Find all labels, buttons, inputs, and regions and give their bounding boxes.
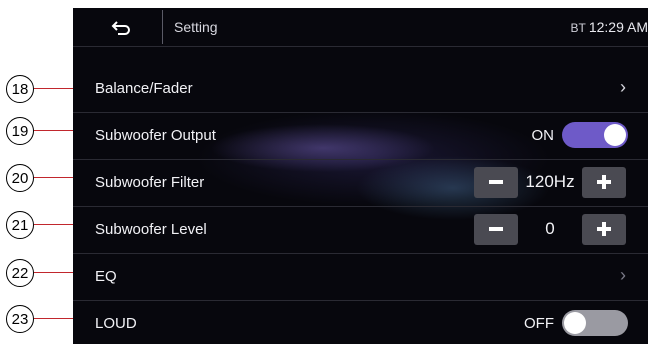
clock: 12:29 AM: [588, 19, 648, 35]
back-arrow-icon: [111, 21, 130, 35]
row-label: LOUD: [95, 315, 137, 332]
row-label: Subwoofer Level: [95, 221, 207, 238]
callout-23: 23: [6, 305, 34, 333]
bluetooth-indicator: BT: [570, 21, 586, 35]
callout-20: 20: [6, 164, 34, 192]
callout-number: 21: [11, 216, 29, 234]
header-bar: Setting BT 12:29 AM: [73, 8, 648, 47]
row-label: Subwoofer Filter: [95, 174, 205, 191]
row-label: Subwoofer Output: [95, 127, 216, 144]
settings-screen: Setting BT 12:29 AM Balance/Fader › Subwo…: [73, 8, 648, 344]
subwoofer-filter-stepper: 120Hz: [474, 166, 626, 198]
loud-toggle-group: OFF: [524, 309, 628, 337]
row-balance-fader[interactable]: Balance/Fader ›: [73, 65, 648, 113]
callout-21: 21: [6, 211, 34, 239]
callout-number: 20: [11, 169, 29, 187]
subwoofer-output-toggle[interactable]: [562, 122, 628, 148]
level-decrease-button[interactable]: [474, 213, 518, 245]
plus-icon: [597, 222, 611, 236]
minus-icon: [489, 227, 503, 231]
subwoofer-output-toggle-group: ON: [531, 121, 628, 149]
callout-number: 18: [11, 80, 29, 98]
header-divider: [162, 10, 163, 44]
row-subwoofer-output: Subwoofer Output ON: [73, 112, 648, 160]
back-button[interactable]: [87, 12, 155, 44]
filter-increase-button[interactable]: [582, 166, 626, 198]
filter-value: 120Hz: [525, 172, 575, 191]
row-subwoofer-filter: Subwoofer Filter 120Hz: [73, 159, 648, 207]
loud-toggle[interactable]: [562, 310, 628, 336]
callout-19: 19: [6, 117, 34, 145]
callout-number: 22: [11, 264, 29, 282]
row-loud: LOUD OFF: [73, 300, 648, 344]
filter-decrease-button[interactable]: [474, 166, 518, 198]
toggle-knob: [604, 124, 626, 146]
callout-number: 19: [11, 122, 29, 140]
chevron-right-icon: ›: [620, 77, 626, 97]
toggle-state-label: ON: [531, 126, 555, 144]
callout-18: 18: [6, 75, 34, 103]
row-subwoofer-level: Subwoofer Level 0: [73, 206, 648, 254]
toggle-state-label: OFF: [524, 314, 554, 332]
page-title: Setting: [174, 19, 218, 35]
chevron-right-icon: ›: [620, 265, 626, 285]
subwoofer-level-stepper: 0: [474, 213, 626, 245]
level-value: 0: [545, 219, 555, 238]
toggle-knob: [564, 312, 586, 334]
callout-22: 22: [6, 259, 34, 287]
minus-icon: [489, 180, 503, 184]
status-area: BT 12:29 AM: [571, 19, 648, 35]
plus-icon: [597, 175, 611, 189]
level-increase-button[interactable]: [582, 213, 626, 245]
row-label: Balance/Fader: [95, 80, 193, 97]
callout-number: 23: [11, 310, 29, 328]
row-label: EQ: [95, 268, 117, 285]
row-eq[interactable]: EQ ›: [73, 253, 648, 301]
